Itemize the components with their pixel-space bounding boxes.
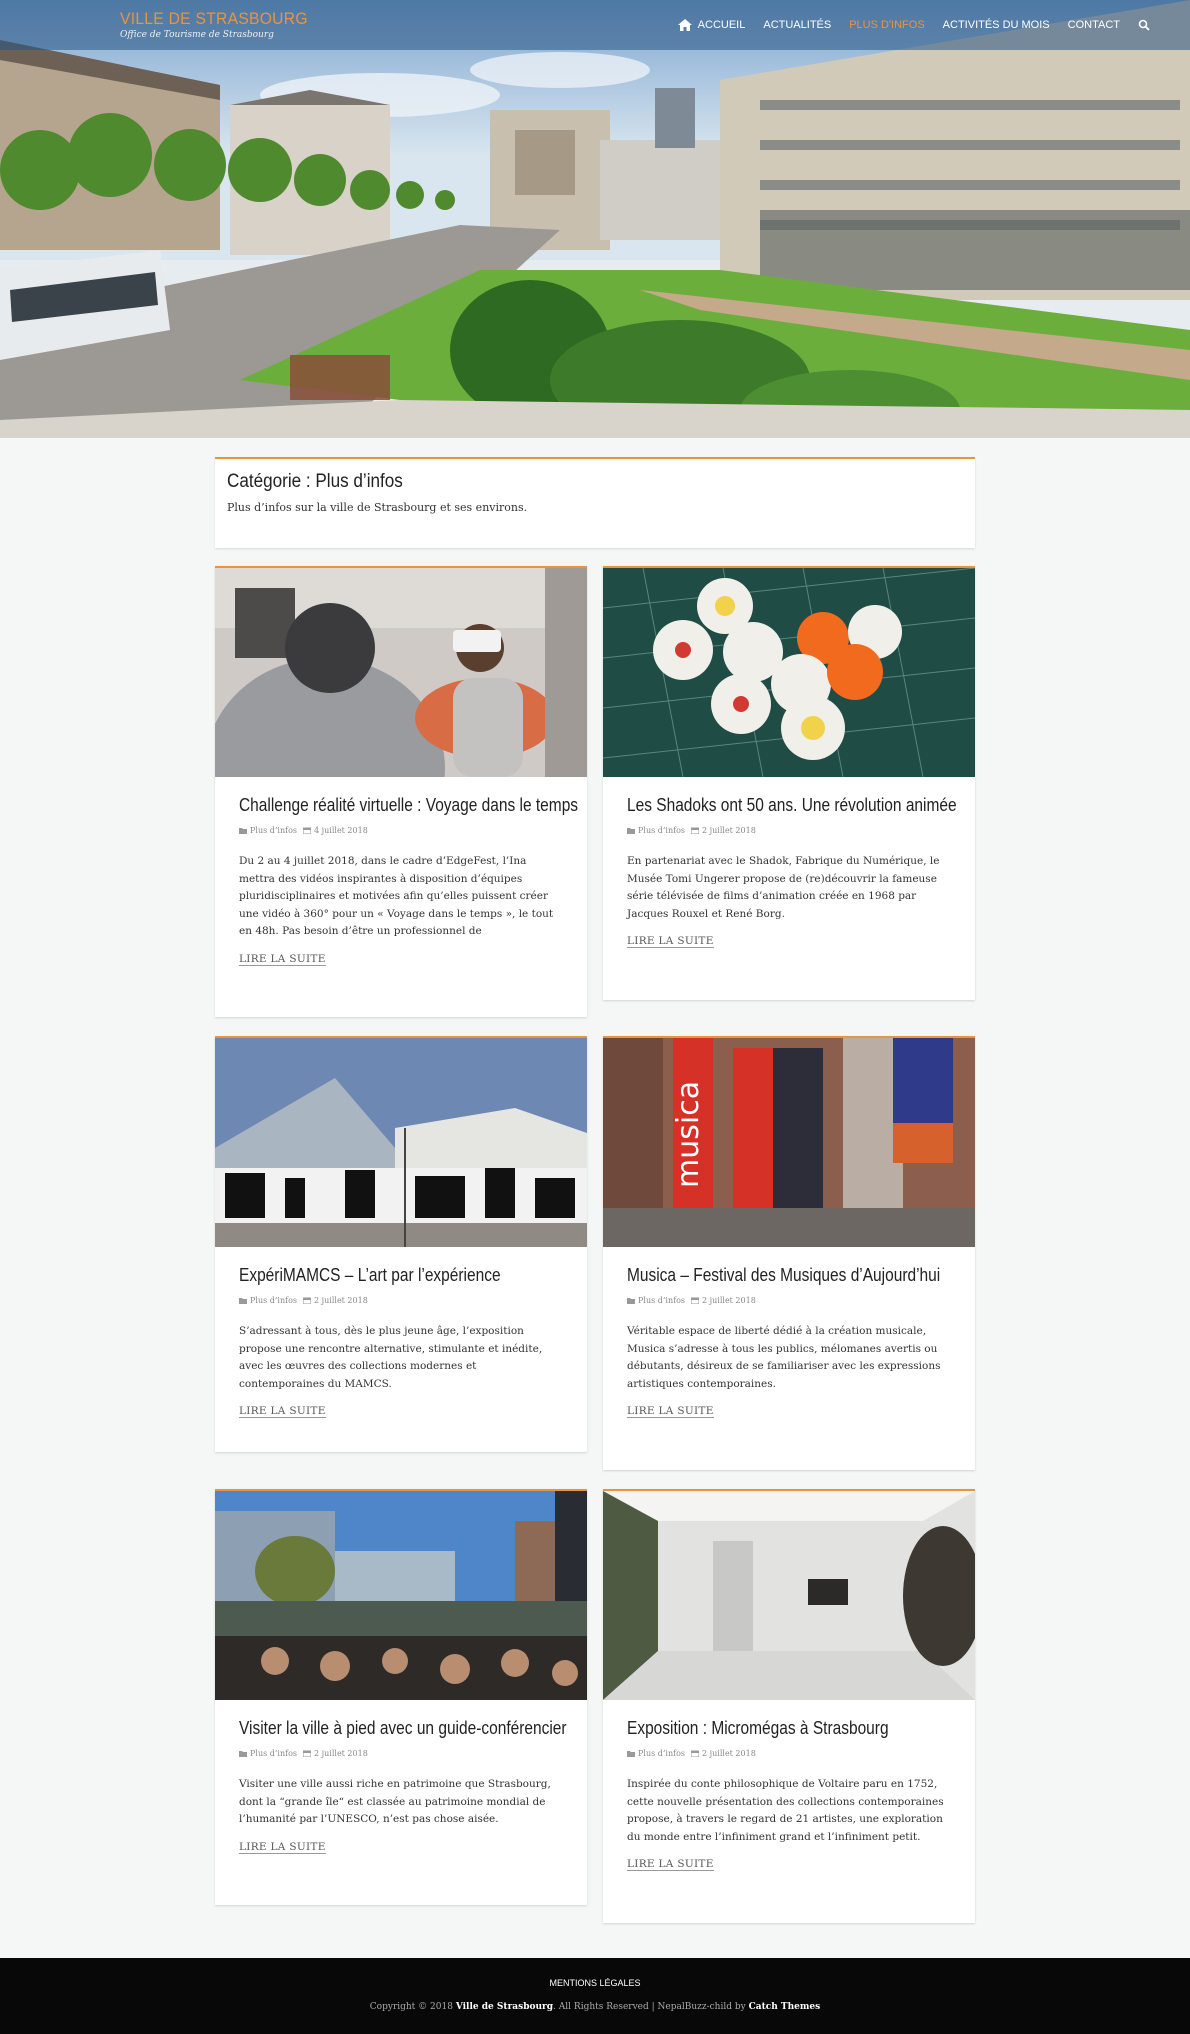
post-category-link[interactable]: Plus d’infos	[250, 1296, 297, 1305]
post-card: Exposition : Micromégas à Strasbourg Plu…	[603, 1489, 975, 1923]
read-more-link[interactable]: LIRE LA SUITE	[239, 1405, 326, 1418]
post-excerpt: En partenariat avec le Shadok, Fabrique …	[627, 855, 940, 920]
post-card: musica Musica – Festival des Musiques d’…	[603, 1036, 975, 1470]
post-excerpt: S’adressant à tous, dès le plus jeune âg…	[239, 1325, 543, 1390]
post-card: Les Shadoks ont 50 ans. Une révolution a…	[603, 566, 975, 1000]
read-more-link[interactable]: LIRE LA SUITE	[627, 1858, 714, 1871]
nav-item-label: ACTIVITÉS DU MOIS	[942, 19, 1050, 31]
post-card: ExpériMAMCS – L’art par l’expérience Plu…	[215, 1036, 587, 1452]
search-icon[interactable]	[1138, 19, 1150, 31]
post-excerpt: Visiter une ville aussi riche en patrimo…	[239, 1778, 551, 1825]
post-excerpt: Inspirée du conte philosophique de Volta…	[627, 1778, 944, 1843]
site-tagline: Office de Tourisme de Strasbourg	[120, 30, 274, 40]
post-date-link[interactable]: 4 juillet 2018	[314, 826, 368, 835]
copyright-text: Copyright © 2018 Ville de Strasbourg. Al…	[0, 2002, 1190, 2012]
post-meta: Plus d’infos 2 juillet 2018	[239, 1749, 563, 1758]
svg-text:musica: musica	[671, 1081, 706, 1188]
footer-menu-link-mentions-legales[interactable]: MENTIONS LÉGALES	[0, 1978, 1190, 1988]
post-title-link[interactable]: Challenge réalité virtuelle : Voyage dan…	[239, 795, 578, 816]
post-thumbnail[interactable]	[215, 1038, 587, 1247]
theme-author-link[interactable]: Catch Themes	[749, 2002, 821, 2012]
nav-item-label: CONTACT	[1067, 19, 1120, 31]
rights-text: . All Rights Reserved | NepalBuzz-child …	[553, 2002, 746, 2012]
post-title-link[interactable]: Exposition : Micromégas à Strasbourg	[627, 1718, 906, 1739]
read-more-link[interactable]: LIRE LA SUITE	[239, 1841, 326, 1854]
read-more-link[interactable]: LIRE LA SUITE	[627, 935, 714, 948]
post-category-link[interactable]: Plus d’infos	[250, 826, 297, 835]
read-more-link[interactable]: LIRE LA SUITE	[627, 1405, 714, 1418]
calendar-icon	[303, 827, 311, 834]
copyright-prefix: Copyright © 2018	[369, 2002, 453, 2012]
calendar-icon	[691, 827, 699, 834]
category-header: Catégorie : Plus d’infos Plus d’infos su…	[215, 457, 975, 548]
footer-site-link[interactable]: Ville de Strasbourg	[456, 2002, 553, 2012]
top-navbar: VILLE DE STRASBOURG Office de Tourisme d…	[0, 0, 1190, 50]
post-card: Visiter la ville à pied avec un guide-co…	[215, 1489, 587, 1905]
calendar-icon	[303, 1750, 311, 1757]
nav-item-label: ACTUALITÉS	[763, 19, 832, 31]
post-title-link[interactable]: Musica – Festival des Musiques d’Aujourd…	[627, 1265, 940, 1286]
post-date-link[interactable]: 2 juillet 2018	[314, 1296, 368, 1305]
folder-icon	[627, 1751, 635, 1757]
folder-icon	[627, 828, 635, 834]
post-thumbnail[interactable]	[215, 1491, 587, 1700]
nav-item-actualites[interactable]: ACTUALITÉS	[763, 19, 831, 31]
post-thumbnail[interactable]	[603, 568, 975, 777]
folder-icon	[239, 828, 247, 834]
folder-icon	[239, 1751, 247, 1757]
folder-icon	[239, 1298, 247, 1304]
calendar-icon	[691, 1297, 699, 1304]
post-excerpt: Du 2 au 4 juillet 2018, dans le cadre d’…	[239, 855, 554, 937]
post-thumbnail[interactable]	[603, 1491, 975, 1700]
post-date-link[interactable]: 2 juillet 2018	[314, 1749, 368, 1758]
post-meta: Plus d’infos 4 juillet 2018	[239, 826, 563, 835]
post-thumbnail[interactable]: musica	[603, 1038, 975, 1247]
post-thumbnail[interactable]	[215, 568, 587, 777]
post-meta: Plus d’infos 2 juillet 2018	[239, 1296, 563, 1305]
post-meta: Plus d’infos 2 juillet 2018	[627, 826, 951, 835]
nav-item-label: PLUS D'INFOS	[849, 19, 925, 31]
post-category-link[interactable]: Plus d’infos	[638, 1749, 685, 1758]
post-meta: Plus d’infos 2 juillet 2018	[627, 1749, 951, 1758]
calendar-icon	[691, 1750, 699, 1757]
home-icon	[677, 19, 692, 31]
post-date-link[interactable]: 2 juillet 2018	[702, 826, 756, 835]
nav-item-plus-d-infos[interactable]: PLUS D'INFOS	[849, 19, 924, 31]
post-category-link[interactable]: Plus d’infos	[250, 1749, 297, 1758]
nav-item-accueil[interactable]: ACCUEIL	[677, 19, 746, 31]
post-title-link[interactable]: ExpériMAMCS – L’art par l’expérience	[239, 1265, 518, 1286]
post-title-link[interactable]: Visiter la ville à pied avec un guide-co…	[239, 1718, 567, 1739]
nav-item-activites-du-mois[interactable]: ACTIVITÉS DU MOIS	[943, 19, 1050, 31]
category-description: Plus d’infos sur la ville de Strasbourg …	[227, 501, 528, 514]
post-date-link[interactable]: 2 juillet 2018	[702, 1749, 756, 1758]
post-excerpt: Véritable espace de liberté dédié à la c…	[627, 1325, 941, 1390]
post-card: Challenge réalité virtuelle : Voyage dan…	[215, 566, 587, 1017]
nav-item-contact[interactable]: CONTACT	[1068, 19, 1120, 31]
folder-icon	[627, 1298, 635, 1304]
site-title-link[interactable]: VILLE DE STRASBOURG	[120, 9, 308, 29]
page-title: Catégorie : Plus d’infos	[227, 471, 403, 492]
main-menu: ACCUEIL ACTUALITÉS PLUS D'INFOS ACTIVITÉ…	[660, 0, 1150, 50]
post-meta: Plus d’infos 2 juillet 2018	[627, 1296, 951, 1305]
calendar-icon	[303, 1297, 311, 1304]
nav-item-label: ACCUEIL	[697, 19, 746, 31]
post-category-link[interactable]: Plus d’infos	[638, 826, 685, 835]
post-date-link[interactable]: 2 juillet 2018	[702, 1296, 756, 1305]
site-branding: VILLE DE STRASBOURG Office de Tourisme d…	[120, 9, 324, 40]
site-footer: MENTIONS LÉGALES Copyright © 2018 Ville …	[0, 1958, 1190, 2034]
post-title-link[interactable]: Les Shadoks ont 50 ans. Une révolution a…	[627, 795, 957, 816]
read-more-link[interactable]: LIRE LA SUITE	[239, 953, 326, 966]
hero-image	[0, 0, 1190, 438]
post-category-link[interactable]: Plus d’infos	[638, 1296, 685, 1305]
